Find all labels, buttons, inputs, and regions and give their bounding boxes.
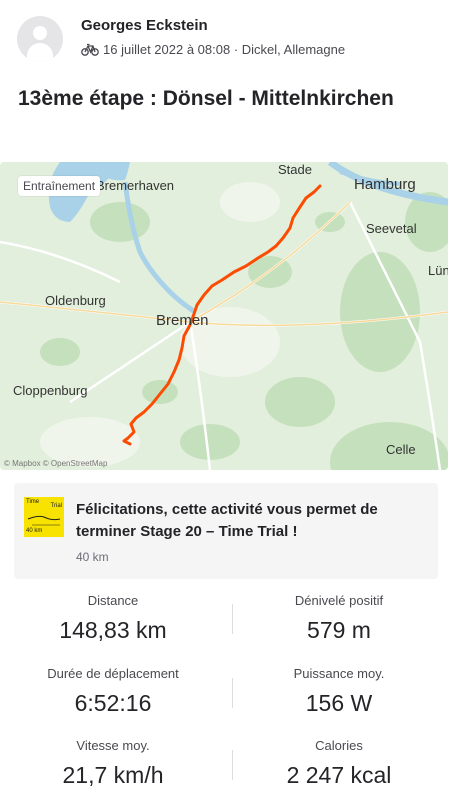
stat-avg-power: Puissance moy. 156 W	[226, 665, 452, 717]
stat-label: Distance	[87, 593, 139, 608]
achievement-card[interactable]: Time Trial 40 km Félicitations, cette ac…	[14, 483, 438, 579]
time-trial-badge-icon: Time Trial 40 km	[24, 497, 64, 537]
stat-label: Calories	[315, 738, 363, 753]
bike-icon	[81, 43, 99, 56]
badge-label-time: Time	[26, 499, 40, 505]
map-place-seevetal: Seevetal	[366, 221, 417, 236]
achievement-text: Félicitations, cette activité vous perme…	[76, 501, 378, 540]
stat-calories: Calories 2 247 kcal	[226, 737, 452, 789]
avatar-body-shape	[27, 43, 53, 62]
avatar-head-shape	[33, 26, 47, 40]
badge-label-distance: 40 km	[26, 528, 43, 534]
stat-value: 579 m	[307, 617, 371, 643]
map-activity-type-tag: Entraînement	[18, 176, 101, 196]
map-place-celle: Celle	[386, 442, 416, 457]
route-map[interactable]: Stade Hamburg Bremerhaven Seevetal Lün O…	[0, 162, 448, 470]
map-place-stade: Stade	[278, 162, 312, 177]
stat-elevation: Dénivelé positif 579 m	[226, 592, 452, 644]
stat-label: Dénivelé positif	[294, 593, 384, 608]
stat-label: Vitesse moy.	[76, 738, 150, 753]
stat-value: 21,7 km/h	[62, 762, 164, 788]
map-place-lun: Lün	[428, 263, 448, 278]
stat-value: 148,83 km	[59, 617, 167, 643]
badge-label-trial: Trial	[50, 503, 62, 509]
map-attribution[interactable]: © Mapbox © OpenStreetMap	[4, 459, 107, 468]
activity-date-location: 16 juillet 2022 à 08:08 · Dickel, Allema…	[103, 42, 346, 57]
avatar[interactable]	[17, 16, 63, 62]
map-place-cloppenburg: Cloppenburg	[13, 383, 88, 398]
stat-distance: Distance 148,83 km	[0, 592, 226, 644]
map-place-hamburg: Hamburg	[354, 176, 416, 193]
stat-value: 2 247 kcal	[286, 762, 392, 788]
map-place-bremen: Bremen	[156, 312, 209, 329]
activity-header: Georges Eckstein 16 juillet 2022 à 08:08…	[0, 0, 452, 78]
map-place-oldenburg: Oldenburg	[45, 293, 106, 308]
athlete-name[interactable]: Georges Eckstein	[81, 17, 208, 34]
stat-label: Puissance moy.	[293, 666, 385, 681]
stat-value: 156 W	[305, 690, 373, 716]
map-place-bremerhaven: Bremerhaven	[96, 178, 175, 193]
stat-value: 6:52:16	[74, 690, 152, 716]
activity-title[interactable]: 13ème étape : Dönsel - Mittelnkirchen	[18, 84, 438, 114]
activity-meta: 16 juillet 2022 à 08:08 · Dickel, Allema…	[81, 42, 345, 57]
stat-moving-time: Durée de déplacement 6:52:16	[0, 665, 226, 717]
stat-label: Durée de déplacement	[47, 666, 179, 681]
achievement-subtext: 40 km	[76, 550, 109, 564]
route-line	[122, 184, 322, 446]
stat-avg-speed: Vitesse moy. 21,7 km/h	[0, 737, 226, 789]
